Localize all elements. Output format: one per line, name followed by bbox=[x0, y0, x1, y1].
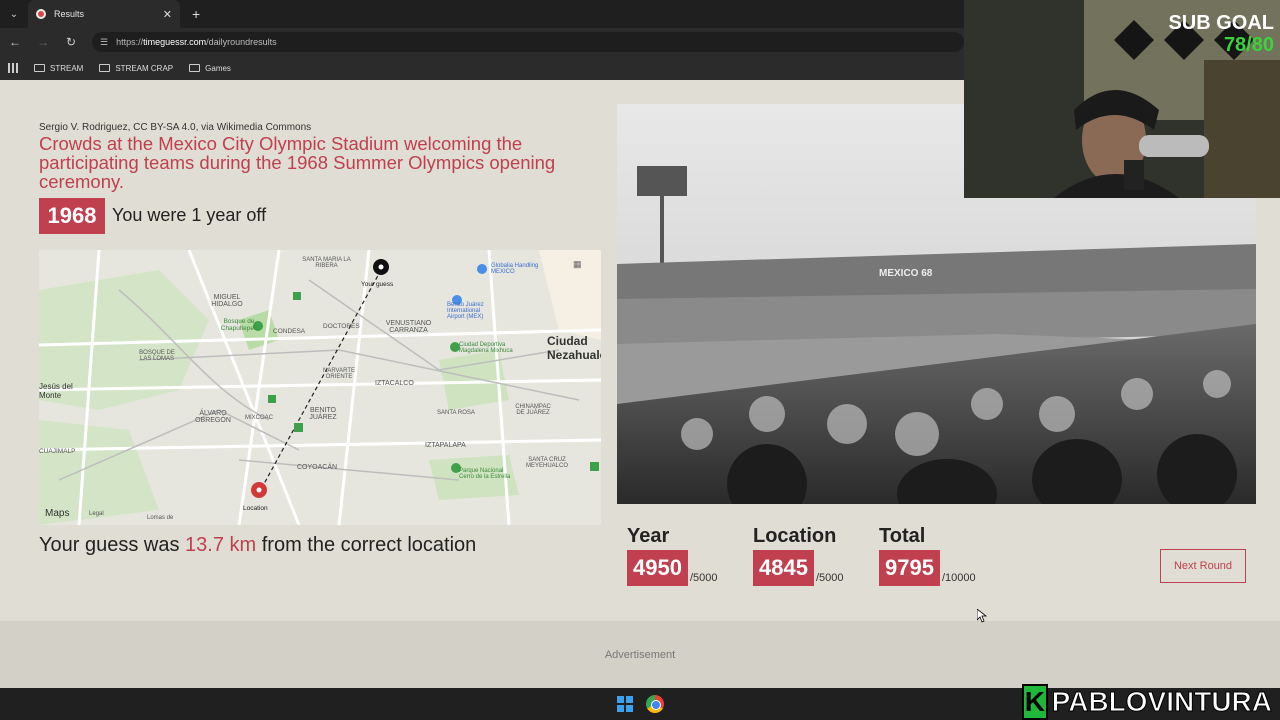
site-info-icon[interactable]: ☰ bbox=[100, 37, 108, 48]
streamer-name: PABLOVINTURA bbox=[1051, 685, 1272, 717]
image-credit: Sergio V. Rodriguez, CC BY-SA 4.0, via W… bbox=[39, 122, 312, 133]
advertisement-label: Advertisement bbox=[604, 648, 676, 661]
year-score-value: 4950 bbox=[627, 550, 688, 586]
year-score-max: /5000 bbox=[689, 572, 718, 584]
map-label-narvarte: NARVARTE ORIENTE bbox=[322, 368, 355, 380]
scoreboard-text: MEXICO 68 bbox=[879, 268, 933, 279]
url-host: timeguessr.com bbox=[143, 37, 207, 47]
location-pin-label: Location bbox=[243, 505, 268, 512]
chrome-taskbar-icon[interactable] bbox=[646, 695, 664, 713]
map-label-venustiano-carranza: VENUSTIANO CARRANZA bbox=[385, 320, 432, 334]
map-label-globalia: Globalia Handling MEXICO bbox=[491, 263, 539, 275]
guess-suffix: from the correct location bbox=[256, 534, 477, 556]
forward-arrow-icon[interactable]: → bbox=[36, 35, 50, 49]
location-score: Location 4845 /5000 bbox=[753, 525, 843, 586]
location-score-max: /5000 bbox=[815, 572, 844, 584]
map-label-airport: Benito Juárez International Airport (MEX… bbox=[447, 302, 484, 320]
back-arrow-icon[interactable]: ← bbox=[8, 35, 22, 49]
mouse-cursor-icon bbox=[977, 609, 987, 623]
map-label-alvaro-obregon: ÁLVARO OBREGÓN bbox=[195, 410, 231, 424]
map-type-icon[interactable]: ▦ bbox=[573, 259, 582, 270]
reload-icon[interactable]: ↻ bbox=[64, 35, 78, 49]
map-label-nezahualcoyotl: Ciudad Nezahualcóyotl bbox=[547, 334, 601, 362]
map-canvas bbox=[39, 250, 601, 525]
bookmark-label: STREAM CRAP bbox=[115, 63, 174, 73]
apps-grid-icon[interactable] bbox=[8, 63, 18, 73]
result-map[interactable]: SANTA MARIA LA RIBERA MIGUEL HIDALGO CON… bbox=[39, 250, 601, 525]
map-label-iztapalapa: IZTAPALAPA bbox=[425, 442, 466, 449]
image-caption: Crowds at the Mexico City Olympic Stadiu… bbox=[39, 133, 556, 192]
folder-icon bbox=[34, 64, 45, 72]
tab-search-chevron-icon[interactable]: ⌄ bbox=[0, 9, 28, 20]
new-tab-button[interactable]: + bbox=[192, 6, 200, 22]
correct-year-badge: 1968 bbox=[39, 198, 105, 234]
map-label-cuajimalpa: CUAJIMALPA bbox=[39, 448, 75, 455]
map-label-santa-maria: SANTA MARIA LA RIBERA bbox=[302, 257, 351, 269]
guess-distance-value: 13.7 km bbox=[185, 534, 257, 556]
bookmark-label: STREAM bbox=[50, 63, 84, 73]
guess-pin-label: Your guess bbox=[361, 281, 394, 288]
location-score-value: 4845 bbox=[753, 550, 814, 586]
map-label-bosque-lomas: BOSQUE DE LAS LOMAS bbox=[139, 350, 175, 362]
bookmark-stream[interactable]: STREAM bbox=[34, 64, 83, 73]
location-score-label: Location bbox=[753, 525, 837, 547]
windows-start-icon[interactable] bbox=[617, 696, 633, 712]
url-scheme: https:// bbox=[116, 37, 144, 47]
map-label-jesus-monte: Jesús del Monte bbox=[39, 382, 73, 400]
close-tab-icon[interactable]: ✕ bbox=[163, 8, 172, 21]
guess-prefix: Your guess was bbox=[39, 534, 186, 556]
map-legal-link[interactable]: Legal bbox=[89, 511, 104, 517]
map-label-miguel-hidalgo: MIGUEL HIDALGO bbox=[211, 294, 243, 308]
map-label-cerro-estrella: Parque Nacional Cerro de la Estrella bbox=[459, 468, 511, 480]
folder-icon bbox=[189, 64, 201, 72]
url-input[interactable]: ☰ https://timeguessr.com/dailyroundresul… bbox=[92, 32, 964, 52]
guess-distance-text: Your guess was 13.7 km from the correct … bbox=[39, 534, 476, 557]
map-label-santa-rosa: SANTA ROSA bbox=[437, 410, 475, 416]
bookmark-games[interactable]: Games bbox=[189, 64, 231, 73]
folder-icon bbox=[99, 64, 111, 72]
total-score-label: Total bbox=[879, 525, 926, 547]
bookmark-label: Games bbox=[205, 63, 231, 73]
advertisement-banner: Advertisement bbox=[0, 621, 1280, 688]
map-label-santa-cruz: SANTA CRUZ MEYEHUALCO bbox=[525, 457, 568, 469]
map-label-ciudad-deportiva: Ciudad Deportiva Magdalena Mixhuca bbox=[459, 342, 513, 354]
tab-bar: ⌄ Results ✕ + bbox=[0, 0, 964, 28]
sub-goal-value: 78/80 bbox=[1223, 34, 1274, 56]
map-label-iztacalco: IZTACALCO bbox=[375, 380, 414, 387]
streamer-brand: K PABLOVINTURA bbox=[1022, 683, 1273, 720]
year-score-label: Year bbox=[627, 525, 670, 547]
map-label-benito-juarez: BENITO JUÁREZ bbox=[309, 407, 337, 421]
total-score-max: /10000 bbox=[941, 572, 976, 584]
year-score: Year 4950 /5000 bbox=[627, 525, 717, 586]
address-bar: ← → ↻ ☰ https://timeguessr.com/dailyroun… bbox=[0, 28, 964, 56]
map-label-condesa: CONDESA bbox=[273, 328, 306, 335]
total-score-value: 9795 bbox=[879, 550, 940, 586]
tab-title: Results bbox=[54, 9, 85, 19]
bookmark-stream-crap[interactable]: STREAM CRAP bbox=[99, 64, 173, 73]
map-label-chinampac: CHINAMPAC DE JUÁREZ bbox=[515, 404, 551, 416]
map-label-chapultepec: Bosque de Chapultepec bbox=[220, 318, 258, 332]
favicon-icon bbox=[36, 9, 46, 19]
kick-logo-icon: K bbox=[1022, 683, 1048, 720]
map-label-doctores: DOCTORES bbox=[323, 323, 360, 330]
tab-results[interactable]: Results ✕ bbox=[28, 0, 180, 28]
next-round-button[interactable]: Next Round bbox=[1160, 549, 1246, 583]
maps-logo-text: Maps bbox=[45, 508, 70, 519]
sub-goal-widget: SUB GOAL 78/80 bbox=[1140, 12, 1274, 56]
sub-goal-title: SUB GOAL bbox=[1168, 12, 1274, 34]
bookmarks-bar: STREAM STREAM CRAP Games bbox=[0, 56, 964, 80]
map-label-lomas: Lomas de bbox=[147, 515, 174, 521]
map-label-mixcoac: MIXCOAC bbox=[245, 415, 274, 421]
year-off-text: You were 1 year off bbox=[112, 205, 267, 225]
map-label-coyoacan: COYOACÁN bbox=[297, 464, 338, 471]
total-score: Total 9795 /10000 bbox=[879, 525, 976, 586]
url-path: /dailyroundresults bbox=[206, 37, 277, 47]
apple-maps-logo: Maps bbox=[45, 508, 69, 519]
